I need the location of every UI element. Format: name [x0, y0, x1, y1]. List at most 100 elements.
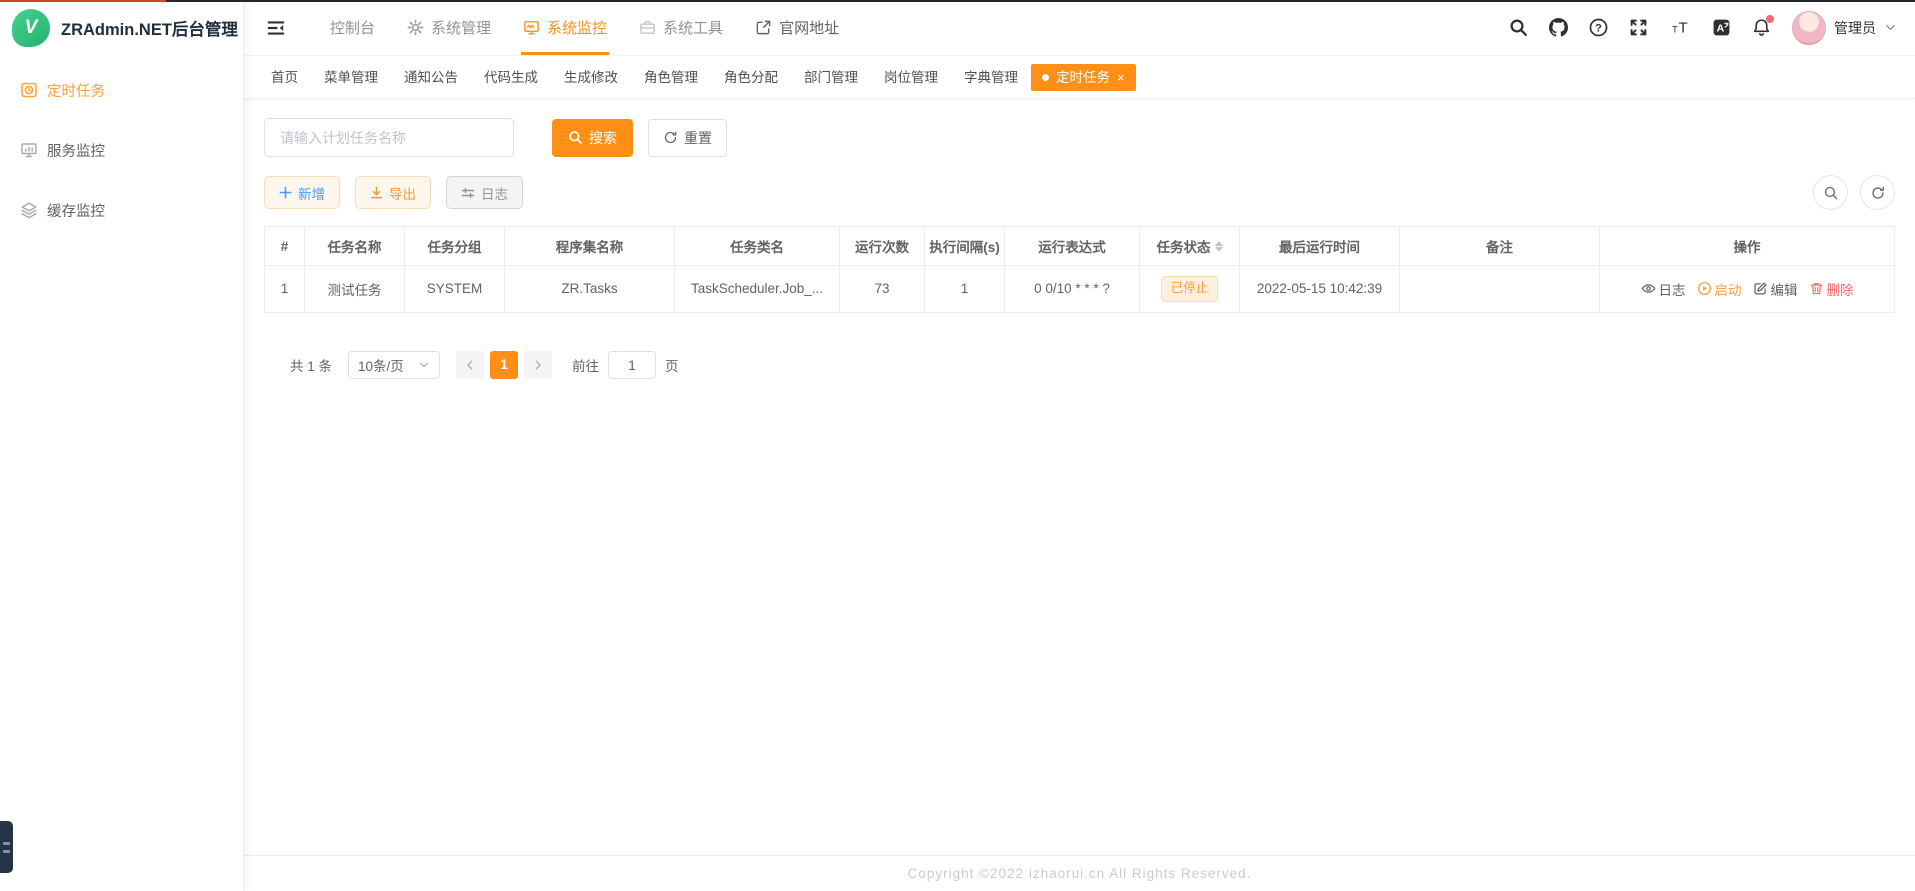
add-button[interactable]: 新增 — [264, 176, 340, 209]
active-tab-dot-icon — [1042, 74, 1049, 81]
menu-item-system-management[interactable]: 系统管理 — [391, 0, 507, 55]
row-start-action[interactable]: 启动 — [1697, 279, 1742, 299]
prev-page-button[interactable] — [456, 351, 484, 379]
tab-dictionary-management[interactable]: 字典管理 — [951, 64, 1031, 91]
log-button[interactable]: 日志 — [446, 176, 523, 209]
col-run-count: 运行次数 — [840, 227, 925, 266]
collapsed-dock-widget[interactable] — [0, 821, 13, 873]
add-button-label: 新增 — [298, 183, 325, 203]
table-tools — [1813, 175, 1895, 210]
font-size-button[interactable]: T T — [1669, 18, 1691, 37]
refresh-table-button[interactable] — [1860, 175, 1895, 210]
menu-item-official-site[interactable]: 官网地址 — [739, 0, 855, 55]
cell-interval: 1 — [925, 266, 1005, 313]
user-menu[interactable]: 管理员 — [1792, 11, 1897, 45]
briefcase-icon — [639, 19, 656, 36]
row-edit-action[interactable]: 编辑 — [1753, 279, 1798, 299]
sliders-icon — [461, 186, 475, 200]
pagination-total: 共 1 条 — [290, 355, 332, 375]
search-button[interactable]: 搜索 — [552, 119, 633, 157]
cell-job-class: TaskScheduler.Job_... — [675, 266, 840, 313]
menu-item-console[interactable]: 控制台 — [314, 0, 391, 55]
tab-role-management[interactable]: 角色管理 — [631, 64, 711, 91]
tab-close-icon[interactable]: × — [1117, 71, 1125, 84]
search-button-label: 搜索 — [589, 128, 617, 148]
col-index: # — [265, 227, 305, 266]
question-circle-icon: ? — [1589, 18, 1608, 37]
chevron-left-icon — [464, 359, 476, 371]
cell-last-run: 2022-05-15 10:42:39 — [1240, 266, 1400, 313]
sidebar-item-cache-monitor[interactable]: 缓存监控 — [0, 180, 243, 240]
menu-item-system-tools[interactable]: 系统工具 — [623, 0, 739, 55]
cell-task-group: SYSTEM — [405, 266, 505, 313]
page-1-button[interactable]: 1 — [490, 351, 518, 379]
play-circle-icon — [1697, 281, 1712, 296]
sidebar-menu: 定时任务 服务监控 缓存监控 — [0, 56, 243, 240]
row-edit-label: 编辑 — [1771, 279, 1798, 299]
tab-menu-management[interactable]: 菜单管理 — [311, 64, 391, 91]
reset-button[interactable]: 重置 — [648, 119, 727, 157]
export-button-label: 导出 — [389, 183, 416, 203]
fullscreen-button[interactable] — [1629, 18, 1648, 37]
external-link-icon — [755, 19, 772, 36]
row-delete-action[interactable]: 删除 — [1809, 279, 1854, 299]
top-navbar: 控制台 系统管理 — [244, 0, 1915, 56]
menu-item-system-monitor[interactable]: 系统监控 — [507, 0, 623, 55]
svg-text:A: A — [1717, 23, 1725, 35]
server-monitor-icon — [20, 141, 38, 159]
tab-generation-edit[interactable]: 生成修改 — [551, 64, 631, 91]
cell-run-count: 73 — [840, 266, 925, 313]
table-row[interactable]: 1 测试任务 SYSTEM ZR.Tasks TaskScheduler.Job… — [265, 266, 1895, 313]
window-top-edge — [0, 0, 1915, 2]
pager: 1 — [456, 351, 552, 379]
header-search-button[interactable] — [1509, 18, 1528, 37]
sidebar-collapse-button[interactable] — [254, 0, 298, 55]
github-button[interactable] — [1549, 18, 1568, 37]
filter-bar: 搜索 重置 — [264, 118, 1895, 157]
reset-button-label: 重置 — [684, 128, 712, 148]
cell-task-name: 测试任务 — [305, 266, 405, 313]
task-name-input[interactable] — [264, 118, 514, 157]
tasks-table: # 任务名称 任务分组 程序集名称 任务类名 运行次数 执行间隔(s) 运行表达… — [264, 226, 1895, 313]
toggle-search-button[interactable] — [1813, 175, 1848, 210]
top-menu: 控制台 系统管理 — [314, 0, 855, 55]
translate-button[interactable]: A — [1712, 18, 1731, 37]
tab-department-management[interactable]: 部门管理 — [791, 64, 871, 91]
notifications-button[interactable] — [1752, 18, 1771, 37]
cell-status: 已停止 — [1140, 266, 1240, 313]
cell-index: 1 — [265, 266, 305, 313]
goto-page-input[interactable] — [608, 351, 656, 379]
search-icon — [568, 130, 583, 145]
col-status-label: 任务状态 — [1157, 236, 1211, 256]
next-page-button[interactable] — [524, 351, 552, 379]
help-button[interactable]: ? — [1589, 18, 1608, 37]
menu-item-label: 系统管理 — [431, 17, 491, 38]
col-last-run: 最后运行时间 — [1240, 227, 1400, 266]
tab-notices[interactable]: 通知公告 — [391, 64, 471, 91]
tab-home[interactable]: 首页 — [258, 64, 311, 91]
page-size-select[interactable]: 10条/页 — [348, 351, 440, 379]
col-remark: 备注 — [1400, 227, 1600, 266]
goto-suffix: 页 — [665, 355, 679, 375]
sidebar-item-label: 定时任务 — [47, 80, 105, 101]
active-tab-label: 定时任务 — [1056, 64, 1110, 91]
sidebar-item-scheduled-tasks[interactable]: 定时任务 — [0, 60, 243, 120]
col-task-name: 任务名称 — [305, 227, 405, 266]
app-logo: V — [12, 9, 50, 47]
app-logo-row[interactable]: V ZRAdmin.NET后台管理 — [0, 0, 243, 56]
sort-carets-icon[interactable] — [1215, 241, 1223, 252]
tab-scheduled-tasks-active[interactable]: 定时任务 × — [1031, 64, 1136, 91]
trash-icon — [1809, 281, 1824, 296]
tab-post-management[interactable]: 岗位管理 — [871, 64, 951, 91]
row-log-action[interactable]: 日志 — [1641, 279, 1686, 299]
sidebar-item-service-monitor[interactable]: 服务监控 — [0, 120, 243, 180]
tab-code-generation[interactable]: 代码生成 — [471, 64, 551, 91]
col-cron: 运行表达式 — [1005, 227, 1140, 266]
user-avatar — [1792, 11, 1826, 45]
export-button[interactable]: 导出 — [355, 176, 431, 209]
svg-text:T: T — [1672, 25, 1678, 36]
col-status[interactable]: 任务状态 — [1140, 227, 1240, 266]
eye-icon — [1641, 281, 1656, 296]
layers-icon — [20, 201, 38, 219]
tab-role-assignment[interactable]: 角色分配 — [711, 64, 791, 91]
